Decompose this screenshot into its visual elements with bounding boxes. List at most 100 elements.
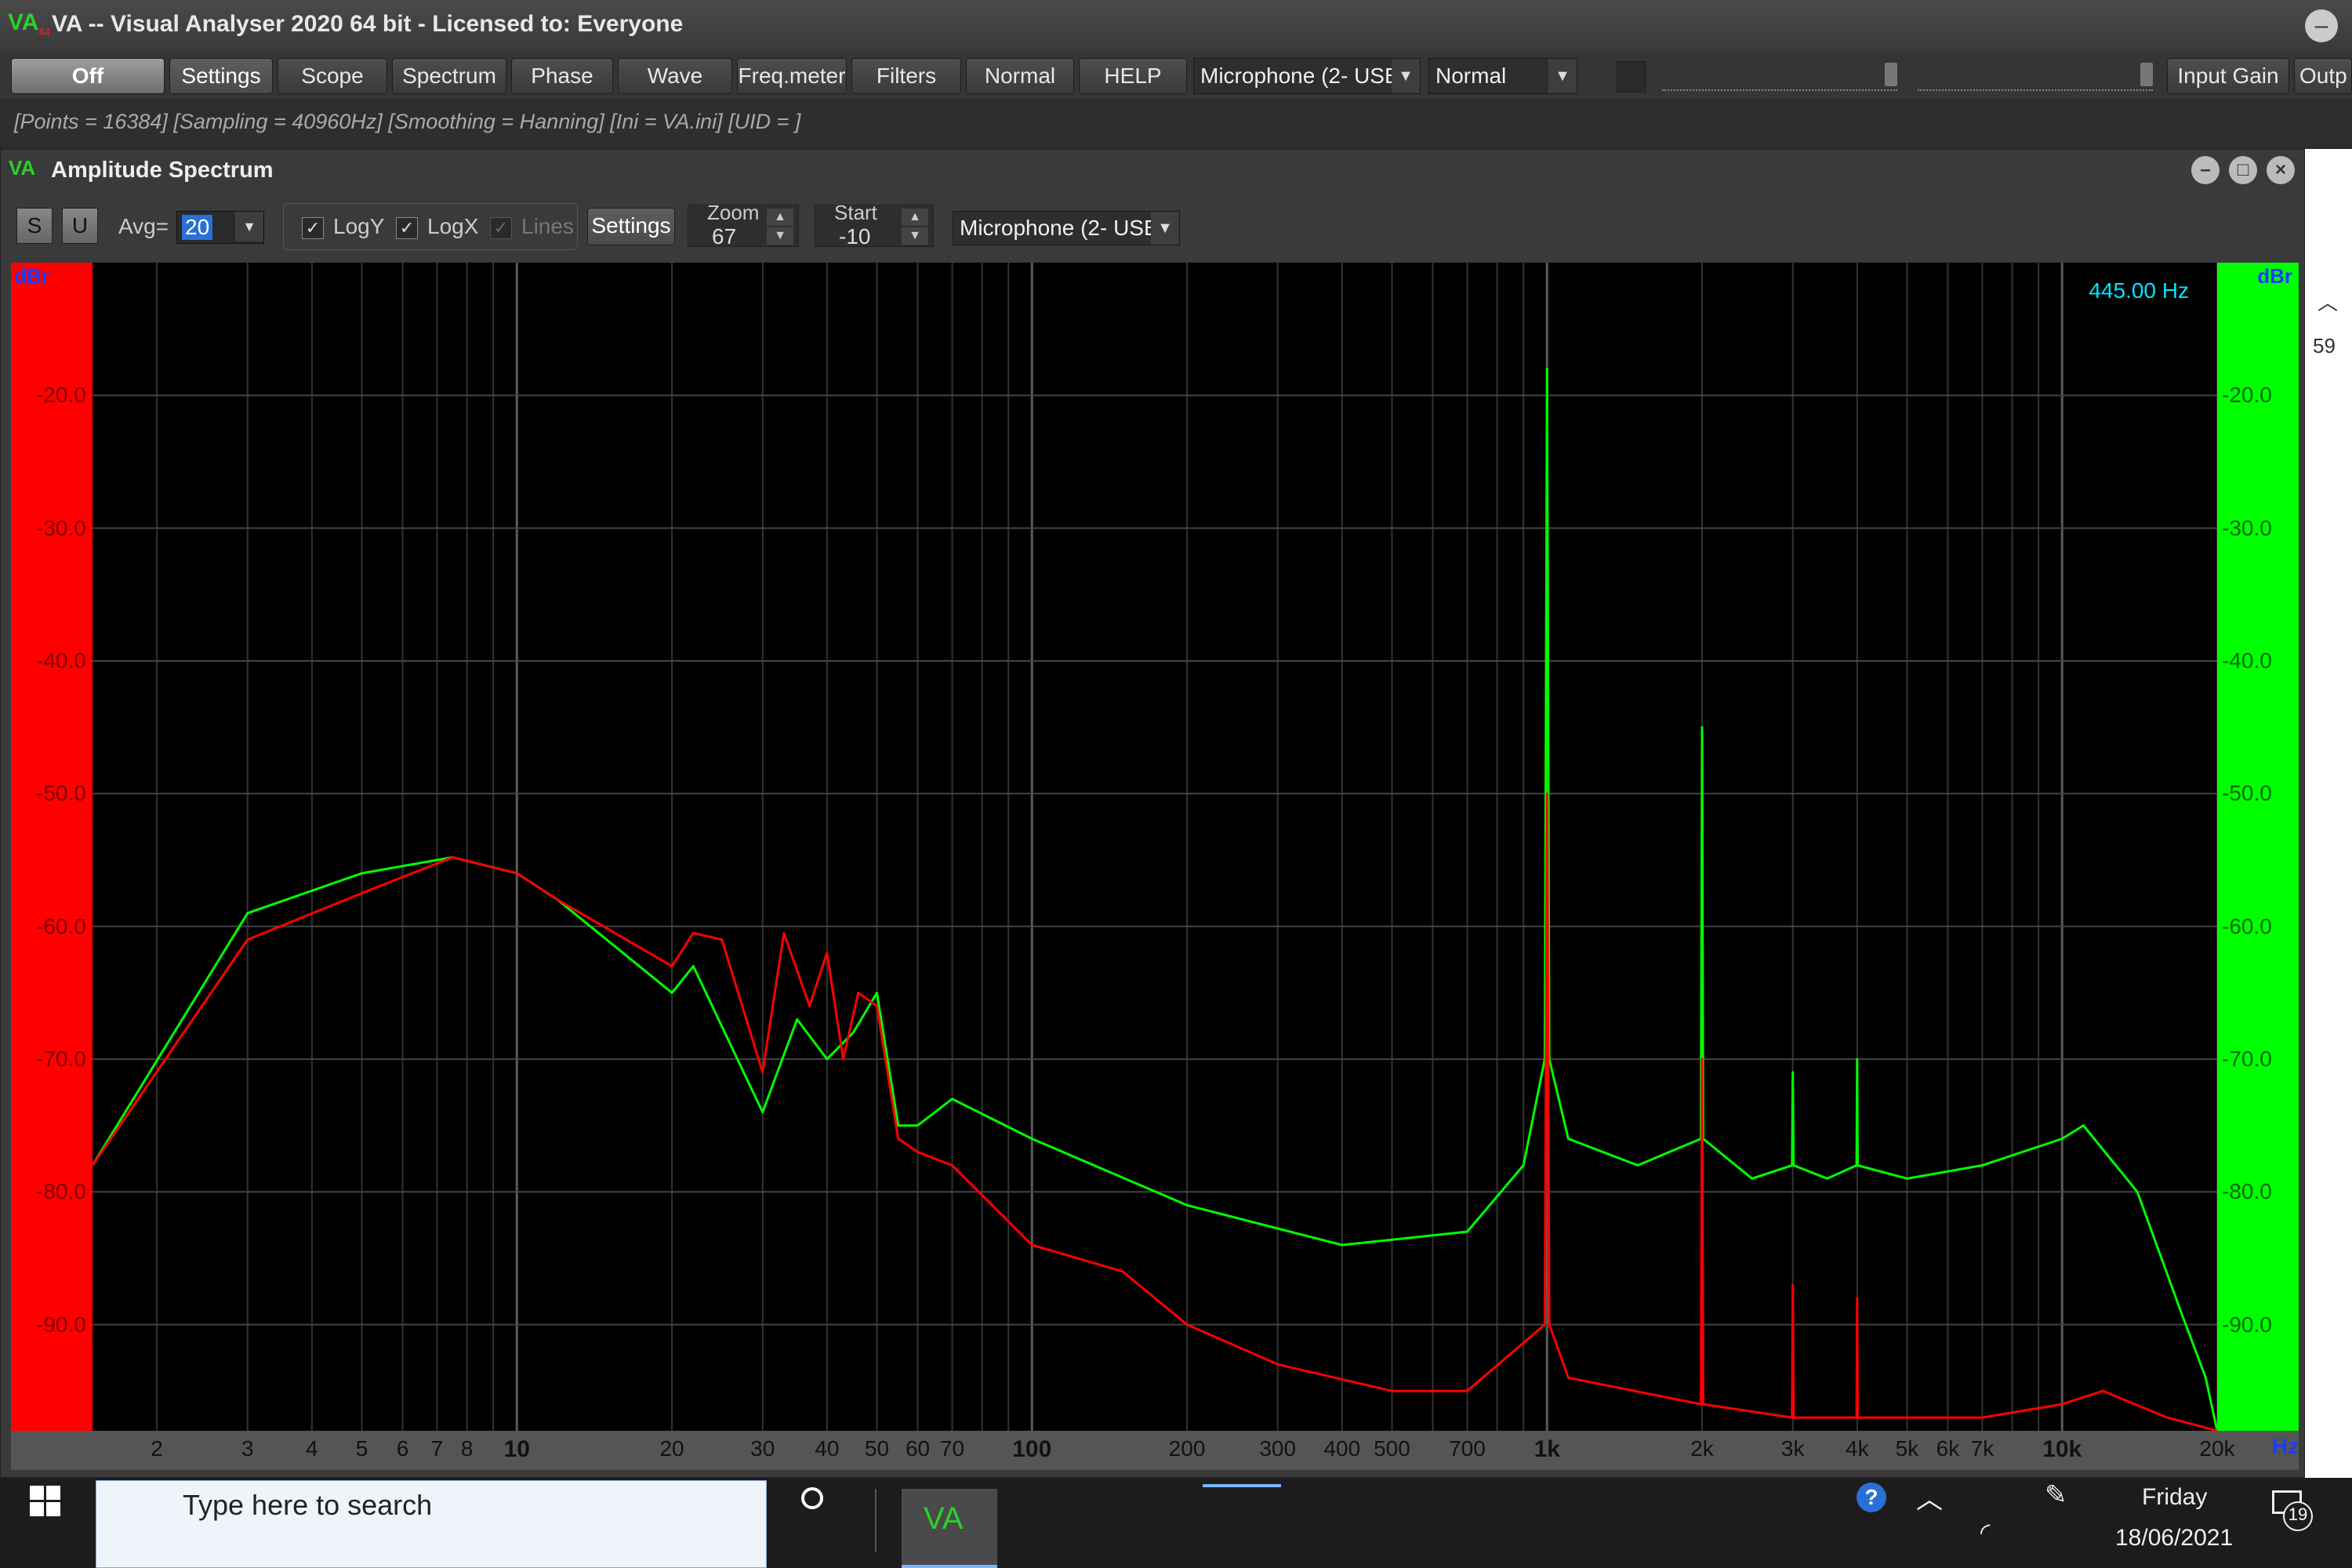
left-unit-label: dBr bbox=[14, 264, 49, 288]
logy-checkbox[interactable]: ✓ bbox=[302, 217, 324, 239]
normal-button[interactable]: Normal bbox=[966, 58, 1074, 94]
output-button[interactable]: Outp bbox=[2294, 58, 2352, 94]
phase-button[interactable]: Phase bbox=[511, 58, 613, 94]
wifi-icon[interactable]: ◜ bbox=[1980, 1517, 1990, 1547]
input-device-select[interactable]: Microphone (2- USB ▼ bbox=[1193, 58, 1421, 94]
x-tick-label: 4k bbox=[1845, 1436, 1869, 1461]
freq-meter-button[interactable]: Freq.meter bbox=[737, 58, 847, 94]
minimize-icon[interactable]: – bbox=[2191, 156, 2220, 184]
taskbar-indicator bbox=[1203, 1484, 1281, 1487]
background-window: ︿ 59 bbox=[2305, 149, 2352, 1478]
status-text: [Points = 16384] [Sampling = 40960Hz] [S… bbox=[14, 110, 801, 133]
help-button[interactable]: HELP bbox=[1079, 58, 1187, 94]
x-tick-label: 500 bbox=[1374, 1436, 1410, 1461]
va-logo-icon: VA bbox=[9, 156, 36, 180]
u-button[interactable]: U bbox=[62, 208, 98, 244]
x-tick-label: 4 bbox=[306, 1436, 318, 1461]
va-logo-icon: VA64 bbox=[8, 9, 50, 38]
scope-button[interactable]: Scope bbox=[278, 58, 387, 94]
x-tick-label: 60 bbox=[905, 1436, 931, 1461]
x-tick-label: 3k bbox=[1780, 1436, 1805, 1461]
spectrum-plot[interactable]: 445.00 Hz bbox=[91, 263, 2219, 1432]
maximize-icon[interactable]: □ bbox=[2229, 156, 2257, 184]
gain-slider-right[interactable] bbox=[1918, 61, 2153, 91]
x-tick-label: 10k bbox=[2042, 1436, 2082, 1462]
filters-button[interactable]: Filters bbox=[851, 58, 961, 94]
y-tick-label: -30.0 bbox=[2222, 515, 2272, 540]
spin-down-icon[interactable]: ▼ bbox=[767, 227, 793, 245]
x-tick-label: 20k bbox=[2199, 1436, 2235, 1461]
x-tick-label: 40 bbox=[815, 1436, 840, 1461]
s-button[interactable]: S bbox=[16, 208, 53, 244]
title-bar: VA64 VA -- Visual Analyser 2020 64 bit -… bbox=[0, 0, 2352, 53]
y-tick-label: -50.0 bbox=[36, 781, 86, 806]
y-tick-label: -20.0 bbox=[2222, 383, 2272, 408]
cortana-icon[interactable] bbox=[801, 1487, 823, 1509]
windows-start-icon[interactable] bbox=[30, 1486, 60, 1516]
window-title: VA -- Visual Analyser 2020 64 bit - Lice… bbox=[52, 11, 684, 37]
x-tick-label: 5k bbox=[1895, 1436, 1919, 1461]
spin-up-icon[interactable]: ▲ bbox=[767, 209, 793, 226]
spectrum-chart-svg bbox=[91, 263, 2219, 1432]
y-tick-label: -20.0 bbox=[36, 383, 86, 408]
cursor-frequency-readout: 445.00 Hz bbox=[2089, 278, 2189, 303]
logx-checkbox[interactable]: ✓ bbox=[396, 217, 418, 239]
start-spinner[interactable]: Start -10 ▲ ▼ bbox=[815, 201, 934, 249]
y-tick-label: -80.0 bbox=[36, 1179, 86, 1204]
x-tick-label: 30 bbox=[750, 1436, 775, 1461]
pen-icon[interactable]: ✎ bbox=[2045, 1479, 2067, 1511]
spin-up-icon[interactable]: ▲ bbox=[902, 209, 928, 226]
toolbar-toggle[interactable] bbox=[1617, 61, 1646, 93]
x-tick-label: 6 bbox=[396, 1436, 409, 1461]
x-tick-label: 400 bbox=[1323, 1436, 1361, 1461]
left-channel-meter: dBr -20.0 -30.0 -40.0 -50.0 -60.0 -70.0 -80.0 -… bbox=[11, 263, 93, 1431]
x-tick-label: 70 bbox=[939, 1436, 965, 1461]
notification-count-badge: 19 bbox=[2283, 1501, 2313, 1531]
avg-select[interactable]: 20 ▼ bbox=[176, 211, 264, 244]
day-label: Friday bbox=[2142, 1484, 2208, 1510]
lines-checkbox[interactable]: ✓ bbox=[490, 217, 512, 239]
y-tick-label: -70.0 bbox=[2222, 1046, 2272, 1071]
spectrum-button[interactable]: Spectrum bbox=[392, 58, 506, 94]
right-unit-label: dBr bbox=[2257, 264, 2292, 288]
input-gain-button[interactable]: Input Gain bbox=[2167, 58, 2289, 94]
close-icon[interactable]: × bbox=[2267, 156, 2295, 184]
zoom-spinner[interactable]: Zoom 67 ▲ ▼ bbox=[688, 201, 799, 249]
chevron-up-icon[interactable]: ︿ bbox=[1916, 1478, 1943, 1516]
x-tick-label: 100 bbox=[1012, 1436, 1052, 1462]
status-line: [Points = 16384] [Sampling = 40960Hz] [S… bbox=[0, 99, 2352, 146]
help-tray-icon[interactable]: ? bbox=[1857, 1483, 1886, 1512]
chevron-down-icon: ▼ bbox=[1548, 59, 1577, 93]
settings-button[interactable]: Settings bbox=[169, 58, 273, 94]
slider-handle[interactable] bbox=[2140, 63, 2153, 86]
logx-label: LogX bbox=[427, 214, 479, 238]
avg-label: Avg= bbox=[118, 214, 169, 238]
chevron-down-icon: ▼ bbox=[235, 212, 263, 241]
x-tick-label: 20 bbox=[659, 1436, 684, 1461]
slider-handle[interactable] bbox=[1885, 63, 1897, 86]
x-unit-label: Hz bbox=[2271, 1434, 2299, 1458]
spectrum-settings-button[interactable]: Settings bbox=[587, 208, 675, 245]
y-tick-label: -30.0 bbox=[36, 515, 86, 540]
taskbar-app-va[interactable]: VA bbox=[902, 1489, 997, 1568]
lines-label: Lines bbox=[521, 214, 574, 238]
minimize-icon[interactable]: – bbox=[2305, 9, 2338, 42]
spin-down-icon[interactable]: ▼ bbox=[902, 227, 928, 245]
mode-select[interactable]: Normal ▼ bbox=[1428, 58, 1577, 94]
off-button[interactable]: Off bbox=[11, 58, 165, 94]
spectrum-device-select[interactable]: Microphone (2- USB ▼ bbox=[953, 211, 1180, 245]
x-tick-label: 2k bbox=[1690, 1436, 1714, 1461]
wave-button[interactable]: Wave bbox=[618, 58, 732, 94]
x-tick-label: 6k bbox=[1936, 1436, 1960, 1461]
x-tick-label: 3 bbox=[241, 1436, 254, 1461]
x-tick-label: 50 bbox=[864, 1436, 890, 1461]
gain-slider-left[interactable] bbox=[1662, 61, 1897, 91]
main-toolbar: Off Settings Scope Spectrum Phase Wave F… bbox=[0, 53, 2352, 99]
x-tick-label: 10 bbox=[503, 1436, 530, 1462]
x-tick-label: 5 bbox=[355, 1436, 368, 1461]
taskbar-search-input[interactable]: Type here to search bbox=[96, 1480, 767, 1568]
y-tick-label: -80.0 bbox=[2222, 1179, 2272, 1204]
x-tick-label: 700 bbox=[1449, 1436, 1486, 1461]
chevron-up-icon[interactable]: ︿ bbox=[2318, 287, 2338, 316]
date-label: 18/06/2021 bbox=[2115, 1525, 2234, 1551]
